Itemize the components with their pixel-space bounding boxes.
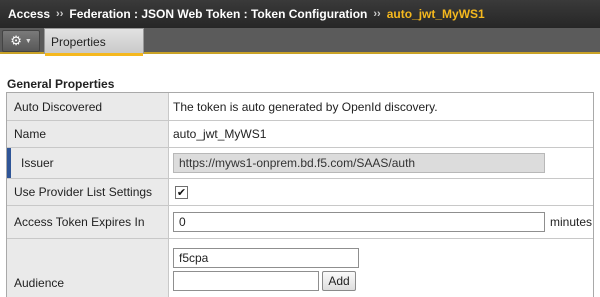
access-token-expires-cell: 0 minutes	[169, 206, 593, 238]
breadcrumb: Access ›› Federation : JSON Web Token : …	[0, 0, 600, 28]
access-token-expires-input[interactable]: 0	[173, 212, 545, 232]
section-title: General Properties	[7, 77, 115, 91]
audience-editor: f5cpa Add	[173, 246, 359, 291]
row-access-token-expires: Access Token Expires In 0 minutes	[7, 206, 593, 239]
breadcrumb-current: auto_jwt_MyWS1	[386, 7, 485, 21]
breadcrumb-separator: ››	[56, 8, 64, 20]
row-use-provider-list: Use Provider List Settings ✔	[7, 179, 593, 206]
row-auto-discovered: Auto Discovered The token is auto genera…	[7, 93, 593, 121]
row-audience: Audience f5cpa Add	[7, 239, 593, 297]
active-tab-indicator	[45, 53, 143, 56]
general-properties-table: Auto Discovered The token is auto genera…	[6, 92, 594, 297]
issuer-label: Issuer	[7, 148, 169, 178]
audience-add-button[interactable]: Add	[322, 271, 356, 291]
issuer-cell: https://myws1-onprem.bd.f5.com/SAAS/auth	[169, 148, 593, 178]
name-value: auto_jwt_MyWS1	[173, 127, 267, 141]
row-name: Name auto_jwt_MyWS1	[7, 121, 593, 148]
tab-properties-label: Properties	[51, 34, 106, 49]
chevron-down-icon: ▼	[24, 37, 32, 45]
issuer-label-text: Issuer	[21, 156, 54, 170]
auto-discovered-label: Auto Discovered	[7, 93, 169, 120]
row-issuer: Issuer https://myws1-onprem.bd.f5.com/SA…	[7, 148, 593, 179]
name-label: Name	[7, 121, 169, 147]
checkmark-icon: ✔	[176, 186, 187, 199]
access-token-expires-label: Access Token Expires In	[7, 206, 169, 238]
issuer-field: https://myws1-onprem.bd.f5.com/SAAS/auth	[173, 153, 545, 173]
auto-discovered-value: The token is auto generated by OpenId di…	[173, 99, 438, 114]
audience-label: Audience	[7, 239, 169, 297]
breadcrumb-separator: ››	[373, 8, 381, 20]
breadcrumb-token-configuration[interactable]: Federation : JSON Web Token : Token Conf…	[69, 7, 367, 21]
audience-new-input[interactable]	[173, 271, 319, 291]
tab-bar: ⚙ ▼ Properties	[0, 28, 600, 56]
use-provider-list-label: Use Provider List Settings	[7, 179, 169, 205]
breadcrumb-access[interactable]: Access	[8, 7, 50, 21]
use-provider-list-cell: ✔	[169, 179, 593, 205]
audience-cell: f5cpa Add	[169, 239, 593, 297]
expires-unit: minutes	[550, 215, 593, 229]
audience-add-row: Add	[173, 271, 359, 291]
tab-properties[interactable]: Properties	[44, 28, 144, 56]
use-provider-list-checkbox[interactable]: ✔	[175, 185, 188, 199]
audience-list-item[interactable]: f5cpa	[173, 248, 359, 268]
gear-menu-button[interactable]: ⚙ ▼	[2, 30, 40, 52]
gear-icon: ⚙	[10, 33, 22, 48]
